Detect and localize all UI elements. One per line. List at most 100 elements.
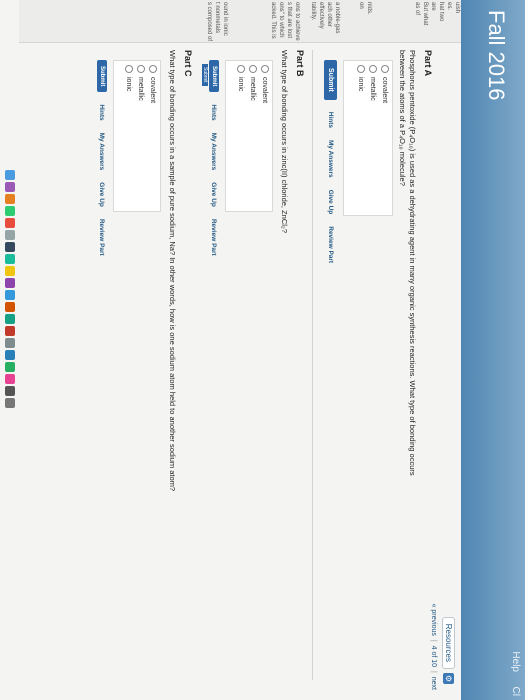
- part-c-actions: Submit Hints My Answers Give Up Review P…: [97, 60, 107, 256]
- radio-button[interactable]: [249, 65, 257, 73]
- trash-icon[interactable]: [5, 398, 15, 408]
- part-b-hints-link[interactable]: Hints: [211, 104, 218, 120]
- intro-text-line: effectively: [318, 2, 324, 29]
- intro-text-column: uish es. hat two are But what as of nids. on a…: [19, 0, 461, 43]
- intro-text-line: s that are lost: [286, 2, 292, 39]
- intro-text-line: t nonmetals: [214, 2, 220, 34]
- submit-tooltip: Submit: [202, 64, 208, 86]
- part-b-option-ionic[interactable]: ionic: [236, 65, 246, 211]
- part-a-option-metallic[interactable]: metallic: [368, 65, 378, 215]
- app-icon[interactable]: [5, 290, 15, 300]
- part-divider: [312, 50, 313, 680]
- part-c-option-metallic[interactable]: metallic: [136, 65, 146, 211]
- part-c-my-answers-link[interactable]: My Answers: [99, 133, 106, 171]
- intro-text-line: on: [358, 2, 364, 9]
- app-icon[interactable]: [5, 230, 15, 240]
- app-icon[interactable]: [5, 242, 15, 252]
- question-content: Resources ⚙ « previous | 4 of 10 | next …: [25, 50, 455, 690]
- part-b-submit-button[interactable]: Submit: [209, 60, 219, 93]
- part-c-answer-box: covalent metallic ionic: [113, 60, 161, 212]
- item-position: 4 of 10: [430, 645, 437, 668]
- help-link[interactable]: Help: [510, 651, 521, 672]
- part-c-option-covalent[interactable]: covalent: [148, 65, 158, 211]
- part-c-review-link[interactable]: Review Part: [99, 219, 106, 256]
- part-b-answer-box: covalent metallic ionic: [225, 60, 273, 212]
- intro-text-line: [381, 0, 389, 42]
- app-icon[interactable]: [5, 314, 15, 324]
- intro-text-line: s composed of a: [206, 2, 212, 43]
- intro-text-line: [389, 0, 397, 42]
- intro-text-line: [261, 0, 269, 42]
- resources-row: Resources ⚙: [442, 616, 455, 684]
- app-icon[interactable]: [5, 326, 15, 336]
- app-icon[interactable]: [5, 350, 15, 360]
- item-navigation: « previous | 4 of 10 | next: [430, 603, 437, 690]
- part-a-review-link[interactable]: Review Part: [327, 226, 334, 263]
- intro-text-line: [301, 0, 309, 42]
- intro-text-line: [373, 0, 381, 42]
- close-link[interactable]: Cl: [510, 687, 521, 696]
- app-icon[interactable]: [5, 218, 15, 228]
- finder-icon[interactable]: [5, 170, 15, 180]
- part-b-formula: ZnCl₂: [280, 210, 289, 229]
- app-icon[interactable]: [5, 206, 15, 216]
- part-c-option-ionic[interactable]: ionic: [124, 65, 134, 211]
- radio-button[interactable]: [125, 65, 133, 73]
- part-c-heading: Part C: [183, 50, 193, 77]
- part-c-give-up-link[interactable]: Give Up: [99, 182, 106, 207]
- previous-link[interactable]: « previous: [430, 604, 437, 636]
- intro-text-line: ound in ionic: [222, 2, 228, 36]
- part-b-review-link[interactable]: Review Part: [211, 219, 218, 256]
- intro-text-line: as of: [414, 2, 420, 16]
- part-b-actions: Submit Hints My Answers Give Up Review P…: [209, 60, 219, 256]
- part-b-my-answers-link[interactable]: My Answers: [211, 133, 218, 171]
- intro-text-line: a noble-gas: [334, 2, 340, 34]
- part-b-give-up-link[interactable]: Give Up: [211, 182, 218, 207]
- part-a-formula: P₄O₁₀: [408, 129, 417, 149]
- intro-text-line: [229, 0, 237, 42]
- part-a-option-ionic[interactable]: ionic: [356, 65, 366, 215]
- intro-text-line: [349, 0, 357, 42]
- photo-stage: Fall 2016 Help Cl uish es. hat two are But w…: [0, 0, 525, 700]
- part-c-question: What type of bonding occurs in a sample …: [168, 50, 177, 492]
- radio-button[interactable]: [137, 65, 145, 73]
- part-a-heading: Part A: [423, 50, 433, 77]
- app-icon[interactable]: [5, 362, 15, 372]
- intro-text-line: ach other: [326, 2, 332, 28]
- part-a-my-answers-link[interactable]: My Answers: [327, 140, 334, 178]
- intro-text-line: ons" to which: [278, 2, 284, 38]
- radio-button[interactable]: [237, 65, 245, 73]
- part-c-hints-link[interactable]: Hints: [99, 104, 106, 120]
- part-b-option-metallic[interactable]: metallic: [248, 65, 258, 211]
- app-icon[interactable]: [5, 254, 15, 264]
- radio-button[interactable]: [369, 65, 377, 73]
- part-c-submit-button[interactable]: Submit: [97, 60, 107, 93]
- part-b-option-covalent[interactable]: covalent: [260, 65, 270, 211]
- intro-text-line: uish: [454, 2, 460, 14]
- app-icon[interactable]: [5, 386, 15, 396]
- part-a-hints-link[interactable]: Hints: [327, 112, 334, 128]
- app-icon[interactable]: [5, 182, 15, 192]
- part-a-submit-button[interactable]: Submit: [324, 60, 337, 100]
- part-a-option-covalent[interactable]: covalent: [380, 65, 390, 215]
- resources-button[interactable]: Resources: [442, 616, 455, 669]
- next-link[interactable]: next: [430, 677, 437, 690]
- radio-button[interactable]: [149, 65, 157, 73]
- part-a-actions: Submit Hints My Answers Give Up Review P…: [324, 60, 337, 263]
- course-header: Fall 2016 Help Cl: [461, 0, 525, 700]
- part-a-give-up-link[interactable]: Give Up: [327, 190, 334, 215]
- app-icon[interactable]: [5, 338, 15, 348]
- course-title: Fall 2016: [484, 10, 509, 101]
- app-icon[interactable]: [5, 374, 15, 384]
- app-icon[interactable]: [5, 266, 15, 276]
- intro-text-line: acked. This is: [270, 2, 276, 39]
- radio-button[interactable]: [261, 65, 269, 73]
- gear-icon[interactable]: ⚙: [443, 673, 454, 684]
- intro-text-line: [341, 0, 349, 42]
- app-icon[interactable]: [5, 278, 15, 288]
- part-a-question: Phosphorus pentoxide (P₄O₁₀) is used as …: [398, 50, 417, 476]
- radio-button[interactable]: [381, 65, 389, 73]
- app-icon[interactable]: [5, 194, 15, 204]
- app-icon[interactable]: [5, 302, 15, 312]
- radio-button[interactable]: [357, 65, 365, 73]
